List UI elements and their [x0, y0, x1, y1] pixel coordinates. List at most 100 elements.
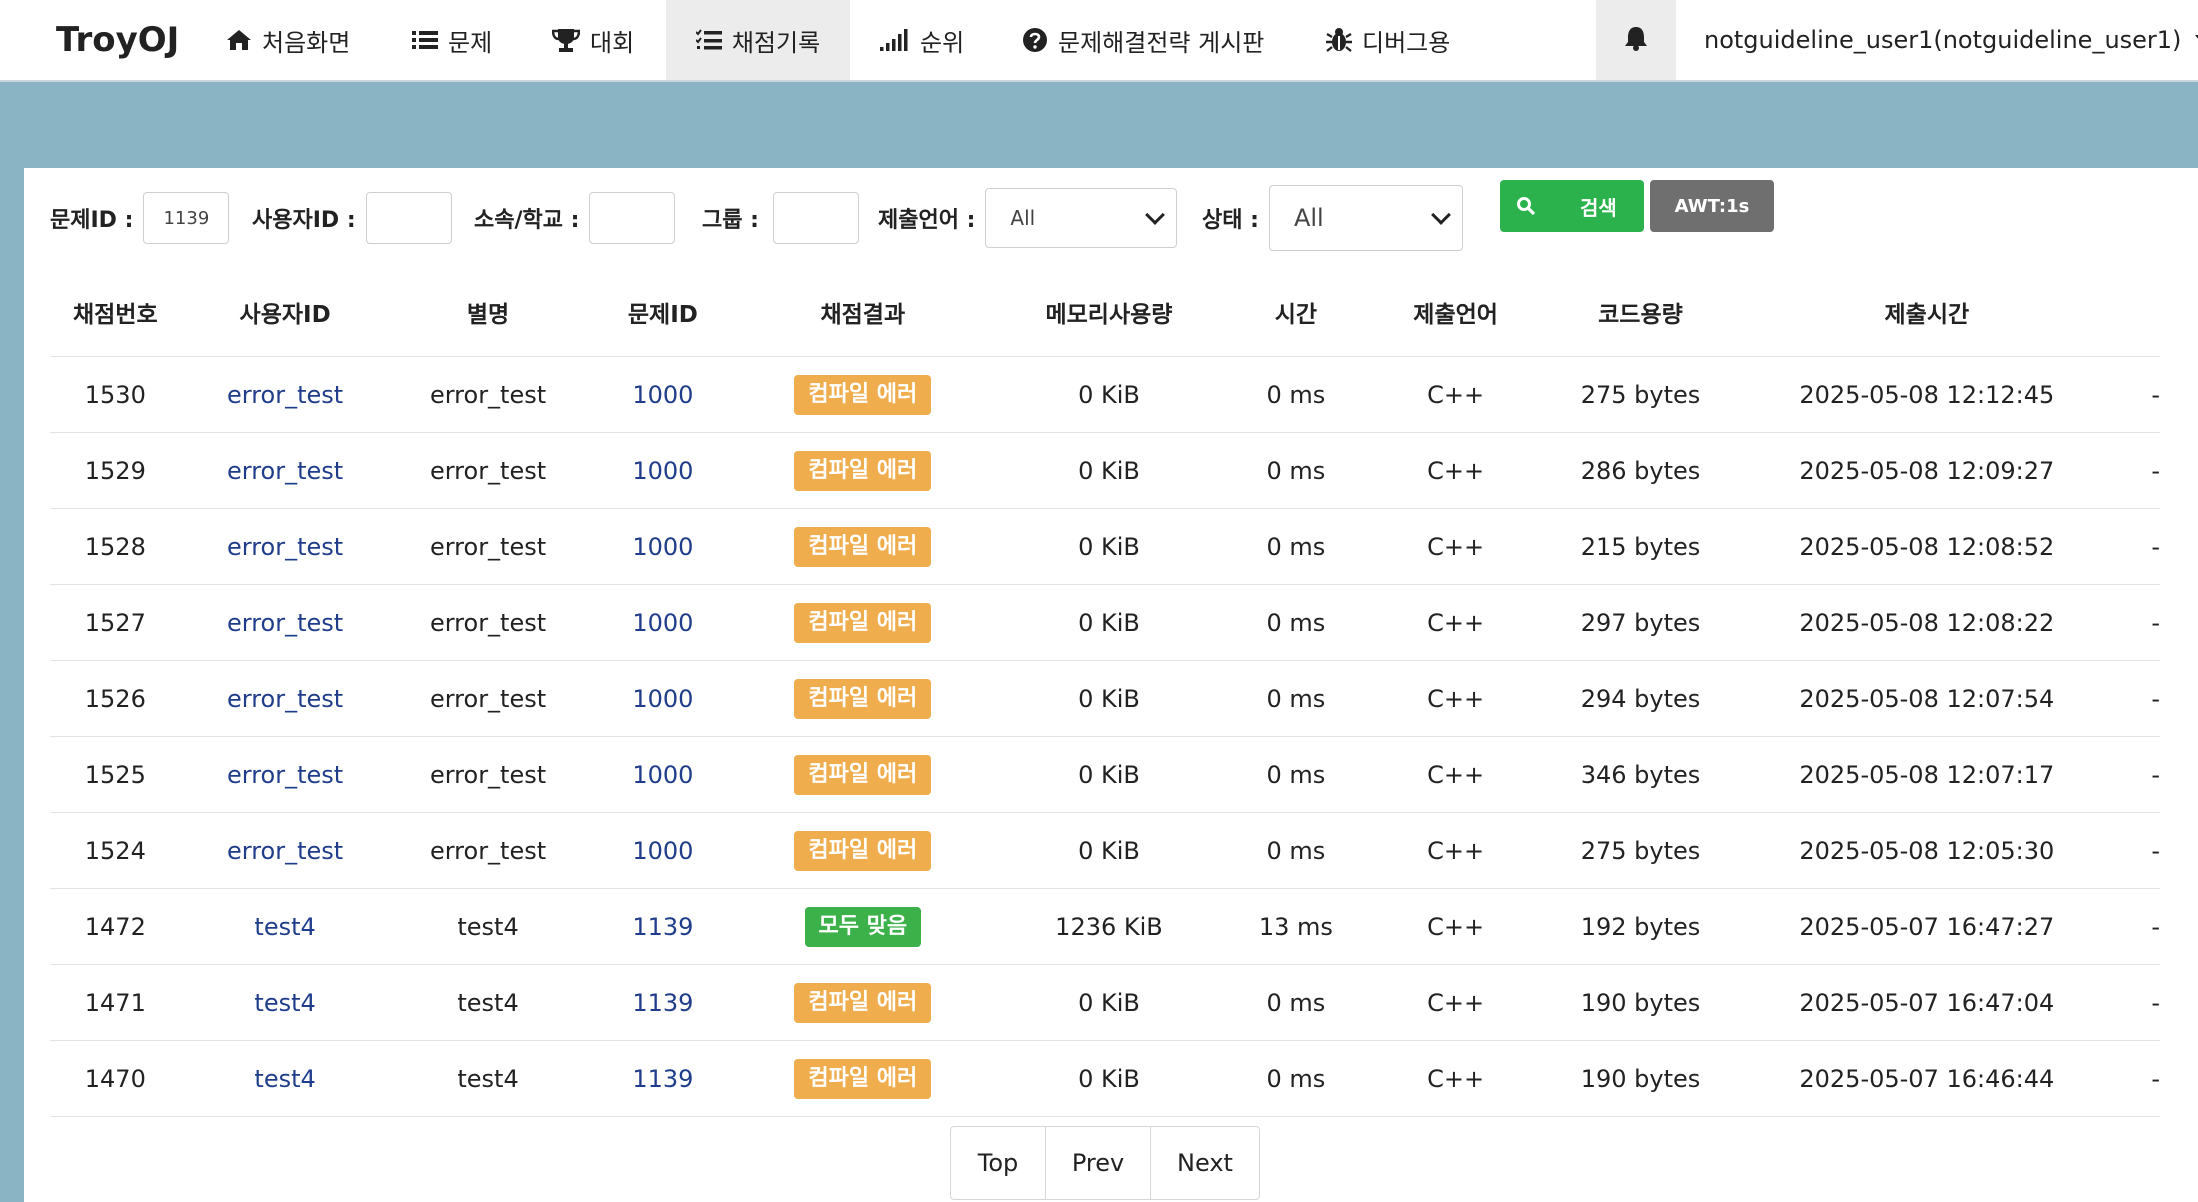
cell-nickname: error_test: [389, 736, 587, 813]
cell-memory: 1236 KiB: [986, 888, 1232, 965]
cell-language: C++: [1360, 888, 1552, 965]
cell-result: 모두 맞음: [739, 888, 987, 965]
nav-item-debug[interactable]: 디버그용: [1326, 0, 1450, 80]
cell-submission-id: 1526: [50, 660, 181, 737]
result-badge-compile-error[interactable]: 컴파일 에러: [794, 450, 932, 491]
cell-problem-id-link[interactable]: 1000: [586, 660, 740, 737]
signal-icon: [880, 29, 910, 51]
trophy-icon: [552, 27, 580, 53]
result-badge-compile-error[interactable]: 컴파일 에러: [794, 374, 932, 415]
cell-problem-id-link[interactable]: 1139: [586, 1040, 740, 1117]
cell-problem-id-link[interactable]: 1000: [586, 736, 740, 813]
cell-language: C++: [1360, 964, 1552, 1041]
cell-problem-id-link[interactable]: 1000: [586, 812, 740, 889]
cell-memory: 0 KiB: [986, 432, 1232, 509]
bell-icon: [1624, 25, 1648, 55]
nav-item-strategy-board[interactable]: 문제해결전략 게시판: [1022, 0, 1264, 80]
pager-top-button[interactable]: Top: [951, 1127, 1046, 1199]
result-badge-compile-error[interactable]: 컴파일 에러: [794, 982, 932, 1023]
cell-nickname: error_test: [389, 508, 587, 585]
cell-problem-id-link[interactable]: 1000: [586, 356, 740, 433]
filter-problem-id: 문제ID :: [50, 190, 230, 246]
header-submitted-time: 제출시간: [1729, 268, 2124, 357]
group-input[interactable]: [772, 192, 859, 244]
cell-result: 컴파일 에러: [739, 736, 987, 813]
cell-user-id-link[interactable]: test4: [180, 964, 390, 1041]
bug-icon: [1326, 27, 1352, 53]
cell-time: 13 ms: [1231, 888, 1361, 965]
table-row: 1471 test4 test4 1139 컴파일 에러 0 KiB 0 ms C++ 190 …: [50, 964, 2160, 1041]
problem-id-input[interactable]: [143, 192, 230, 244]
cell-memory: 0 KiB: [986, 508, 1232, 585]
result-badge-compile-error[interactable]: 컴파일 에러: [794, 754, 932, 795]
table-row: 1530 error_test error_test 1000 컴파일 에러 0 KiB 0…: [50, 356, 2160, 433]
pager-next-button[interactable]: Next: [1151, 1127, 1259, 1199]
result-badge-accepted[interactable]: 모두 맞음: [804, 906, 922, 947]
cell-code-size: 275 bytes: [1551, 356, 1730, 433]
result-badge-compile-error[interactable]: 컴파일 에러: [794, 602, 932, 643]
cell-problem-id-link[interactable]: 1139: [586, 964, 740, 1041]
status-select[interactable]: All: [1268, 185, 1463, 251]
search-button-label: 검색: [1580, 195, 1617, 220]
cell-user-id-link[interactable]: error_test: [180, 508, 390, 585]
result-badge-compile-error[interactable]: 컴파일 에러: [794, 678, 932, 719]
cell-extra: -: [2123, 584, 2160, 661]
nav-item-home[interactable]: 처음화면: [226, 0, 350, 80]
language-select-value: All: [1010, 206, 1036, 230]
cell-code-size: 192 bytes: [1551, 888, 1730, 965]
home-icon: [226, 28, 252, 52]
cell-memory: 0 KiB: [986, 812, 1232, 889]
nav-item-ranking[interactable]: 순위: [880, 0, 964, 80]
cell-problem-id-link[interactable]: 1000: [586, 584, 740, 661]
cell-problem-id-link[interactable]: 1000: [586, 432, 740, 509]
cell-code-size: 346 bytes: [1551, 736, 1730, 813]
cell-submitted-time: 2025-05-07 16:47:27: [1729, 888, 2124, 965]
user-id-input[interactable]: [365, 192, 452, 244]
cell-result: 컴파일 에러: [739, 584, 987, 661]
school-input[interactable]: [589, 192, 676, 244]
nav-item-submissions[interactable]: 채점기록: [666, 0, 850, 80]
result-badge-compile-error[interactable]: 컴파일 에러: [794, 830, 932, 871]
question-circle-icon: [1022, 27, 1048, 53]
cell-memory: 0 KiB: [986, 964, 1232, 1041]
cell-submission-id: 1470: [50, 1040, 181, 1117]
cell-submission-id: 1527: [50, 584, 181, 661]
cell-user-id-link[interactable]: test4: [180, 888, 390, 965]
cell-extra: -: [2123, 660, 2160, 737]
nav-label-home: 처음화면: [262, 28, 351, 57]
result-badge-compile-error[interactable]: 컴파일 에러: [794, 526, 932, 567]
user-menu-dropdown[interactable]: notguideline_user1(notguideline_user1): [1704, 0, 2198, 80]
language-select[interactable]: All: [985, 188, 1178, 248]
cell-submission-id: 1524: [50, 812, 181, 889]
cell-user-id-link[interactable]: error_test: [180, 584, 390, 661]
cell-problem-id-link[interactable]: 1000: [586, 508, 740, 585]
filter-group: 그룹 :: [702, 190, 859, 246]
notification-bell-button[interactable]: [1596, 0, 1676, 80]
cell-user-id-link[interactable]: error_test: [180, 812, 390, 889]
nav-item-problems[interactable]: 문제: [412, 0, 492, 80]
cell-user-id-link[interactable]: test4: [180, 1040, 390, 1117]
cell-user-id-link[interactable]: error_test: [180, 660, 390, 737]
cell-submitted-time: 2025-05-08 12:08:22: [1729, 584, 2124, 661]
cell-time: 0 ms: [1231, 812, 1361, 889]
cell-result: 컴파일 에러: [739, 1040, 987, 1117]
chevron-down-icon: [1431, 205, 1451, 225]
header-extra: [2123, 268, 2160, 357]
result-badge-compile-error[interactable]: 컴파일 에러: [794, 1058, 932, 1099]
search-button[interactable]: 검색: [1500, 180, 1644, 232]
cell-nickname: test4: [389, 964, 587, 1041]
awt-button[interactable]: AWT:1s: [1650, 180, 1774, 232]
brand-logo[interactable]: TroyOJ: [56, 0, 179, 80]
cell-language: C++: [1360, 584, 1552, 661]
nav-item-contest[interactable]: 대회: [552, 0, 634, 80]
group-label: 그룹 :: [702, 208, 759, 233]
cell-nickname: error_test: [389, 812, 587, 889]
cell-problem-id-link[interactable]: 1139: [586, 888, 740, 965]
cell-result: 컴파일 에러: [739, 356, 987, 433]
pager-prev-button[interactable]: Prev: [1046, 1127, 1151, 1199]
cell-user-id-link[interactable]: error_test: [180, 432, 390, 509]
cell-submitted-time: 2025-05-08 12:09:27: [1729, 432, 2124, 509]
cell-result: 컴파일 에러: [739, 964, 987, 1041]
cell-user-id-link[interactable]: error_test: [180, 736, 390, 813]
cell-user-id-link[interactable]: error_test: [180, 356, 390, 433]
